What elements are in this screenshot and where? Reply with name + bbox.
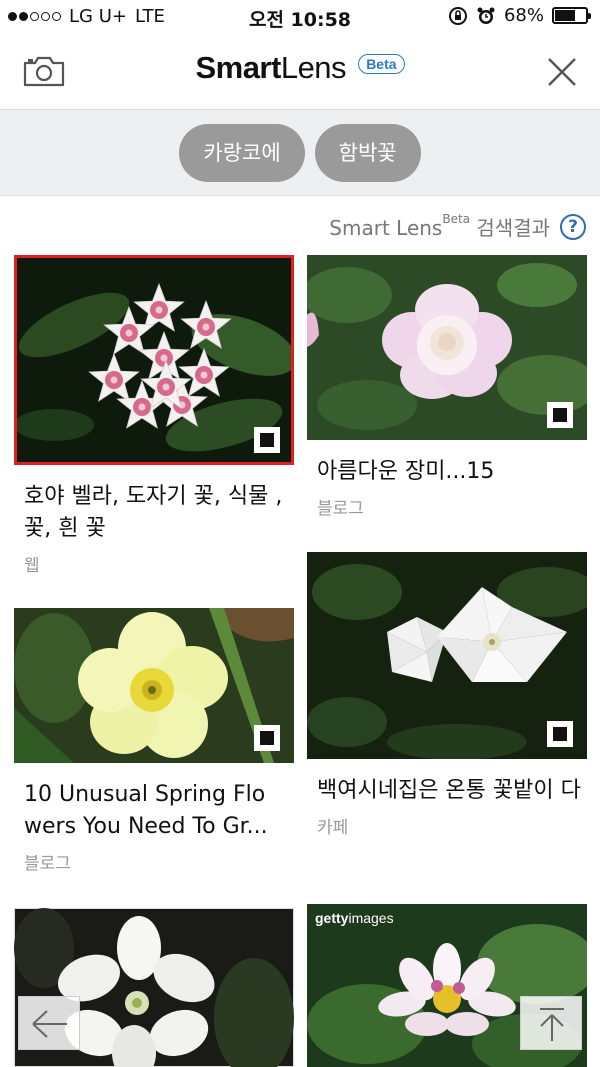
result-thumbnail[interactable] (14, 608, 294, 763)
back-button[interactable] (18, 996, 80, 1050)
result-thumbnail[interactable] (307, 255, 587, 440)
battery-percent: 68% (503, 5, 544, 26)
expand-icon[interactable] (547, 721, 573, 747)
status-right: 68% (448, 5, 591, 26)
result-caption[interactable]: 아름다운 장미...15 (317, 456, 581, 488)
status-bar: LG U+ LTE 오전 10:58 68% (0, 0, 600, 34)
primrose-image (14, 608, 294, 763)
result-caption[interactable]: 호야 벨라, 도자기 꽃, 식물 , 꽃, 흰 꽃 (24, 481, 288, 545)
result-caption[interactable]: 10 Unusual Spring Flo wers You Need To G… (24, 779, 288, 843)
app-logo: SmartLens Beta (0, 50, 600, 86)
app-header: SmartLens Beta (0, 34, 600, 110)
expand-icon[interactable] (547, 402, 573, 428)
hoya-image (14, 255, 294, 465)
balloon-flower-image (307, 552, 587, 759)
keyword-chip[interactable]: 카랑코에 (179, 123, 305, 182)
result-title-suffix: 검색결과 (470, 216, 550, 240)
result-source: 블로그 (24, 854, 71, 874)
keyword-chip[interactable]: 함박꽃 (314, 123, 421, 182)
beta-badge: Beta (358, 54, 405, 74)
rose-image (307, 255, 587, 440)
rotation-lock-icon (448, 6, 467, 25)
watermark-light: images (348, 910, 394, 926)
expand-icon[interactable] (254, 427, 280, 453)
battery-icon (552, 7, 591, 24)
result-title-sup: Beta (442, 212, 471, 226)
result-card[interactable]: 호야 벨라, 도자기 꽃, 식물 , 꽃, 흰 꽃 웹 (14, 255, 294, 576)
scroll-top-button[interactable] (520, 996, 582, 1050)
result-caption[interactable]: 백여시네집은 온통 꽃밭이 다 (317, 775, 581, 807)
arrow-up-icon (540, 1008, 564, 1041)
battery-level (555, 10, 576, 21)
result-source: 카페 (317, 818, 349, 838)
logo-lens: Lens (280, 50, 347, 85)
watermark-bold: getty (315, 910, 349, 926)
result-source: 웹 (24, 556, 40, 576)
result-source: 블로그 (317, 499, 364, 519)
getty-watermark: gettyimages (315, 910, 394, 926)
keyword-chip-bar: 카랑코에 함박꽃 (0, 110, 600, 196)
result-title: Smart LensBeta 검색결과 ? (329, 212, 586, 241)
result-card[interactable]: 10 Unusual Spring Flo wers You Need To G… (14, 608, 294, 874)
help-icon[interactable]: ? (560, 213, 586, 240)
arrow-left-icon (32, 1010, 67, 1038)
result-thumbnail[interactable] (307, 552, 587, 759)
expand-icon[interactable] (254, 725, 280, 751)
result-thumbnail[interactable] (14, 255, 294, 465)
alarm-icon (477, 7, 495, 24)
result-title-prefix: Smart Lens (329, 216, 443, 240)
page: LG U+ LTE 오전 10:58 68% SmartLens Beta 카랑… (0, 0, 600, 1067)
logo-smart: Smart (195, 50, 281, 85)
result-title-label: Smart LensBeta 검색결과 (329, 212, 550, 241)
result-card[interactable]: 백여시네집은 온통 꽃밭이 다 카페 (307, 552, 587, 838)
close-icon[interactable] (546, 56, 578, 88)
result-card[interactable]: 아름다운 장미...15 블로그 (307, 255, 587, 519)
